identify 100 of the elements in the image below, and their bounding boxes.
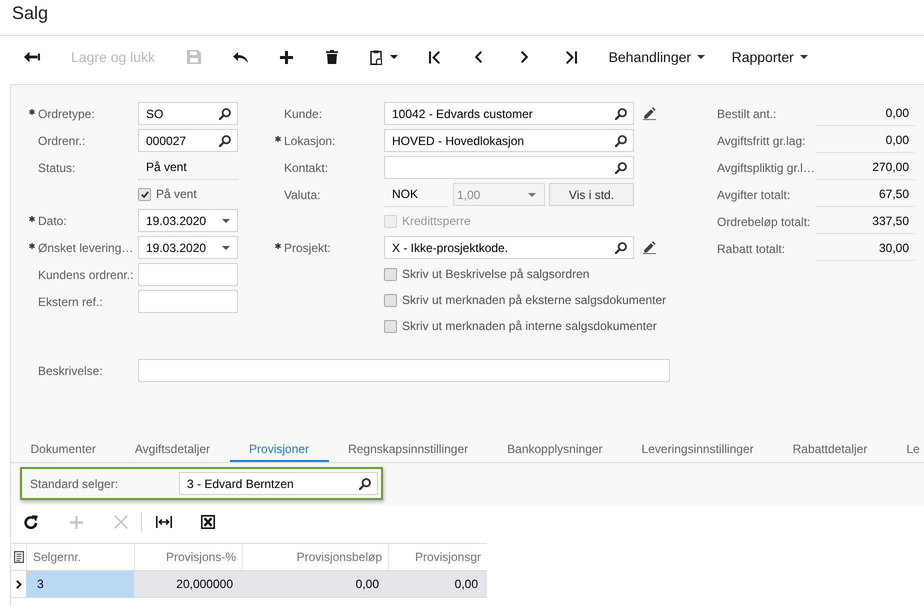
checkbox-label: Skriv ut Beskrivelse på salgsordren: [402, 266, 590, 283]
document-icon[interactable]: [14, 551, 24, 563]
total-label: Avgiftsfritt gr.lag:: [717, 132, 806, 150]
clipboard-icon: [370, 50, 382, 64]
rate-select[interactable]: 1,00: [453, 183, 545, 206]
tab[interactable]: Dokumenter: [11, 435, 116, 462]
text-field[interactable]: [138, 263, 238, 286]
checkbox[interactable]: [384, 320, 397, 332]
field-label: Lokasjon:: [284, 132, 336, 150]
total-label: Avgifter totalt:: [717, 186, 792, 204]
edit-button[interactable]: [643, 107, 656, 120]
lookup-field[interactable]: SO: [138, 102, 238, 125]
field-label: Kontakt:: [284, 160, 328, 176]
tab[interactable]: Rabattdetaljer: [773, 435, 887, 462]
view-base-currency-button[interactable]: Vis i std.: [549, 183, 634, 206]
search-icon[interactable]: [219, 134, 231, 146]
chevron-last-icon: [566, 50, 577, 64]
text-field[interactable]: [138, 290, 238, 313]
search-icon[interactable]: [615, 134, 627, 146]
search-icon[interactable]: [359, 478, 371, 490]
lookup-field[interactable]: HOVED - Hovedlokasjon: [384, 129, 634, 152]
caret-icon: [800, 55, 808, 59]
search-icon[interactable]: [615, 108, 627, 120]
field-label: Standard selger:: [30, 476, 120, 492]
tab[interactable]: Leveringsinnstillinger: [622, 435, 774, 462]
lookup-field[interactable]: [384, 156, 634, 179]
total-value: 30,00: [817, 236, 914, 260]
date-field[interactable]: 19.03.2020: [138, 209, 238, 232]
lookup-field[interactable]: X - Ikke-prosjektkode.: [384, 236, 634, 259]
total-value: 67,50: [817, 182, 914, 206]
total-label: Ordrebeløp totalt:: [717, 214, 812, 230]
trash-icon: [326, 50, 338, 64]
checkbox-label: Skriv ut merknaden på eksterne salgsdokumenter: [402, 292, 666, 309]
menu-button[interactable]: Behandlinger: [596, 36, 718, 78]
tab[interactable]: Bankopplysninger: [488, 435, 622, 462]
checkbox[interactable]: [384, 268, 397, 280]
field-label: Ekstern ref.:: [38, 294, 103, 310]
checkbox-label: Skriv ut merknaden på interne salgsdokumenter: [402, 318, 657, 335]
lookup-field[interactable]: 3 - Edvard Berntzen: [179, 472, 378, 495]
checkbox-label: Kredittsperre: [402, 213, 471, 230]
currency-value: NOK: [384, 182, 448, 206]
field-label: Kundens ordrenr.:: [38, 266, 134, 284]
tab[interactable]: Regnskapsinnstillinger: [328, 435, 488, 462]
caret-icon: [697, 55, 706, 59]
search-icon[interactable]: [219, 108, 231, 120]
field-label: Ønsket levering…: [38, 240, 134, 256]
field-label: Beskrivelse:: [38, 362, 103, 380]
caret-icon: [222, 218, 230, 222]
chevron-first-icon: [428, 50, 440, 64]
checkbox[interactable]: [384, 294, 397, 306]
field-label: Kunde:: [284, 106, 322, 122]
status-value: På vent: [138, 156, 238, 180]
page-title: Salg: [12, 3, 48, 23]
tab[interactable]: Avgiftsdetaljer: [115, 435, 230, 462]
tab[interactable]: Le: [886, 435, 924, 462]
caret-icon: [222, 246, 230, 250]
column-header[interactable]: Selgernr.: [26, 544, 134, 570]
table-cell-text: 0,00: [354, 576, 380, 593]
text-field[interactable]: [138, 359, 670, 382]
field-label: Ordretype:: [38, 106, 95, 122]
total-value: 270,00: [817, 156, 914, 180]
caret-icon: [390, 55, 398, 59]
plus-icon: [280, 50, 293, 64]
check-icon: [140, 190, 148, 198]
table-cell: 3: [26, 571, 134, 597]
table-row[interactable]: 3 20,000000 0,00 0,00: [11, 571, 487, 598]
checkbox-label: På vent: [156, 186, 197, 203]
total-value: 0,00: [817, 102, 914, 126]
total-value: 337,50: [817, 210, 914, 234]
field-label: Dato:: [38, 212, 67, 230]
plus-icon: [70, 516, 82, 528]
menu-button[interactable]: Rapporter: [718, 36, 821, 78]
date-field[interactable]: 19.03.2020: [138, 236, 238, 259]
checkbox[interactable]: [138, 188, 151, 200]
chevron-left-icon: [474, 51, 482, 63]
column-header[interactable]: Provisjonsbeløp: [242, 544, 388, 570]
column-header[interactable]: Provisjons-%: [134, 544, 242, 570]
field-label: Prosjekt:: [284, 240, 331, 256]
x-square-icon: [200, 515, 214, 529]
edit-button[interactable]: [643, 241, 656, 254]
caret-icon: [528, 192, 536, 196]
total-label: Avgiftspliktig gr.l…: [717, 160, 816, 176]
arrow-left-icon: [24, 51, 40, 63]
search-icon[interactable]: [615, 242, 627, 254]
lookup-field[interactable]: 10042 - Edvards customer: [384, 102, 634, 125]
field-label: Valuta:: [284, 186, 320, 204]
pencil-icon: [643, 241, 656, 254]
lookup-field[interactable]: 000027: [138, 129, 238, 152]
x-icon: [114, 515, 128, 529]
total-label: Rabatt totalt:: [717, 240, 786, 258]
total-value: 0,00: [817, 128, 914, 152]
undo-icon: [232, 52, 248, 62]
column-width-icon: [156, 516, 172, 528]
column-header[interactable]: Provisjonsgr: [388, 544, 487, 570]
pencil-icon: [643, 107, 656, 120]
table-cell-text: 20,000000: [175, 576, 234, 593]
chevron-right-icon: [520, 51, 528, 63]
field-label: Status:: [38, 160, 76, 176]
search-icon[interactable]: [615, 162, 627, 174]
refresh-icon: [24, 515, 38, 529]
